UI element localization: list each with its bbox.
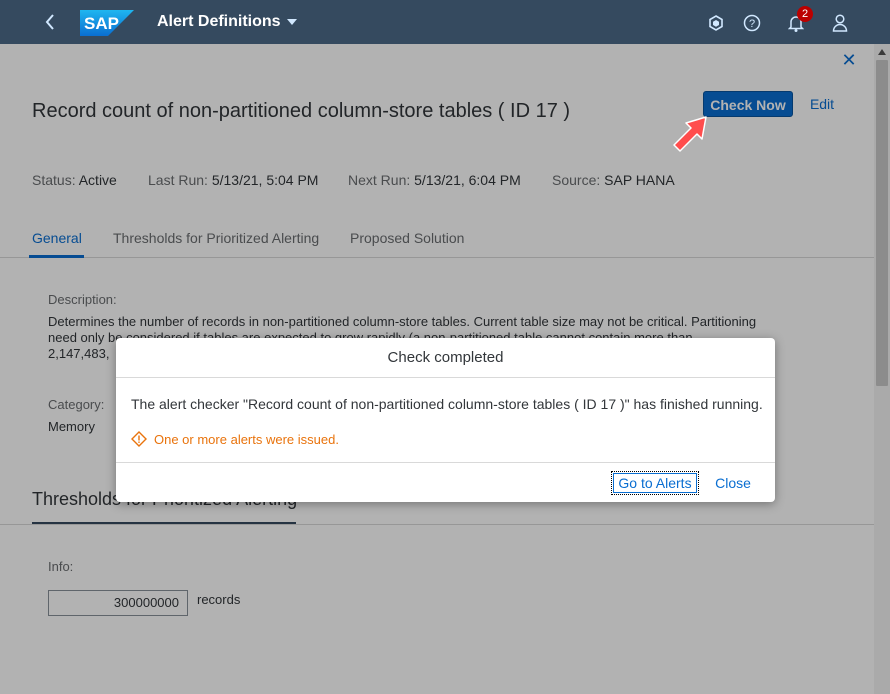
warning-text: One or more alerts were issued. bbox=[154, 431, 339, 447]
caret-down-icon bbox=[286, 18, 297, 25]
back-icon[interactable] bbox=[40, 12, 60, 32]
user-icon[interactable] bbox=[829, 12, 851, 34]
dialog-footer: Go to Alerts Close bbox=[116, 462, 775, 502]
check-completed-dialog: Check completed The alert checker "Recor… bbox=[116, 338, 775, 502]
go-to-alerts-button[interactable]: Go to Alerts bbox=[611, 471, 699, 495]
app-title-menu[interactable]: Alert Definitions bbox=[157, 13, 297, 31]
pointer-arrow-icon bbox=[673, 116, 707, 152]
product-switch-icon[interactable] bbox=[705, 12, 727, 34]
app-title: Alert Definitions bbox=[157, 13, 281, 30]
help-icon[interactable]: ? bbox=[741, 12, 763, 34]
sap-logo-text: SAP bbox=[84, 14, 119, 33]
shell-bar: SAP Alert Definitions ? 2 bbox=[0, 0, 890, 44]
svg-text:?: ? bbox=[749, 18, 755, 30]
warning-icon bbox=[131, 431, 147, 447]
dialog-title: Check completed bbox=[116, 338, 775, 378]
dialog-message: The alert checker "Record count of non-p… bbox=[131, 396, 763, 412]
notification-badge: 2 bbox=[797, 6, 813, 22]
close-button[interactable]: Close bbox=[708, 471, 758, 495]
dialog-warning: One or more alerts were issued. bbox=[131, 431, 339, 447]
sap-logo[interactable]: SAP bbox=[80, 10, 134, 36]
